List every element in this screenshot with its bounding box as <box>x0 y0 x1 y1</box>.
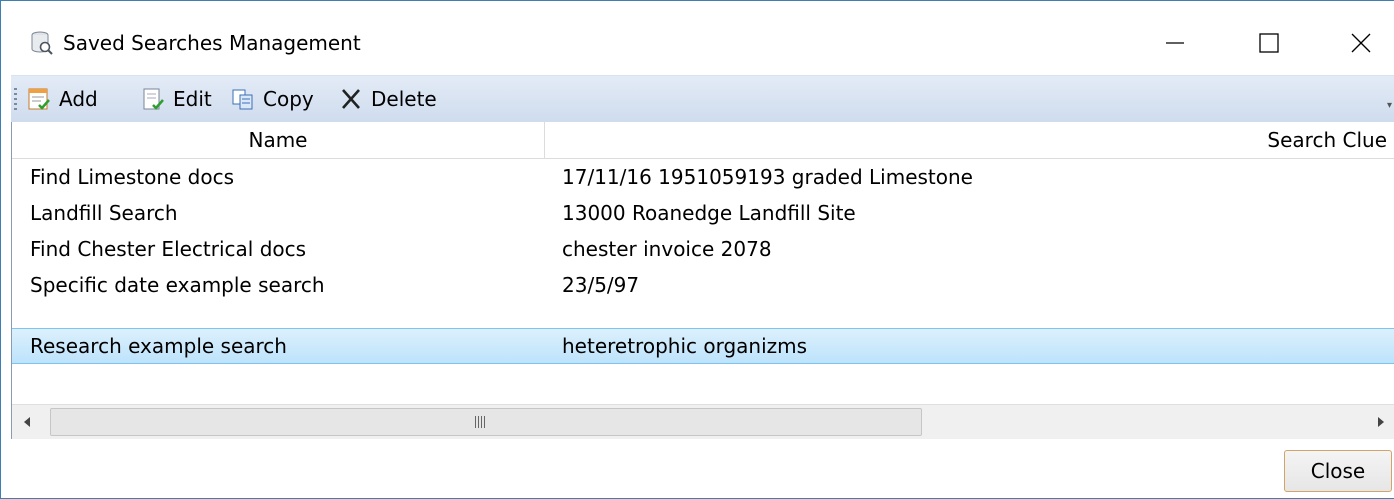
grid-header: Name Search Clue <box>12 122 1394 159</box>
close-icon <box>1351 33 1371 53</box>
table-row[interactable]: Find Limestone docs 17/11/16 1951059193 … <box>12 159 1394 195</box>
table-row[interactable]: Specific date example search 23/5/97 <box>12 267 1394 303</box>
scroll-right-button[interactable] <box>1366 405 1394 439</box>
add-button[interactable]: Add <box>27 82 98 116</box>
toolbar-overflow-icon[interactable]: ▾ <box>1387 100 1394 111</box>
row-name: Find Limestone docs <box>30 165 235 189</box>
copy-icon <box>232 89 253 110</box>
row-search-clue: heteretrophic organizms <box>562 334 808 358</box>
row-search-clue: 17/11/16 1951059193 graded Limestone <box>562 165 973 189</box>
maximize-icon <box>1259 33 1279 53</box>
copy-label: Copy <box>263 87 314 111</box>
window-close-button[interactable] <box>1333 23 1389 63</box>
database-search-icon <box>31 31 53 55</box>
scrollbar-thumb[interactable] <box>50 408 922 436</box>
thumb-grip-icon <box>475 416 487 428</box>
toolbar-grip[interactable] <box>14 88 17 112</box>
window-title: Saved Searches Management <box>63 31 361 55</box>
edit-label: Edit <box>173 87 212 111</box>
arrow-left-icon <box>24 417 30 427</box>
column-header-name[interactable]: Name <box>12 122 545 158</box>
row-search-clue: 23/5/97 <box>562 273 640 297</box>
saved-searches-grid: Name Search Clue Find Limestone docs 17/… <box>11 122 1394 439</box>
edit-document-icon <box>143 88 164 110</box>
delete-label: Delete <box>371 87 437 111</box>
maximize-button[interactable] <box>1241 23 1297 63</box>
row-name: Landfill Search <box>30 201 178 225</box>
add-label: Add <box>59 87 98 111</box>
table-row-selected[interactable]: Research example search heteretrophic or… <box>12 328 1394 364</box>
horizontal-scrollbar[interactable] <box>12 404 1394 439</box>
edit-button[interactable]: Edit <box>141 82 212 116</box>
title-bar: Saved Searches Management <box>1 1 1394 73</box>
minimize-button[interactable] <box>1147 23 1203 63</box>
minimize-icon <box>1166 42 1184 44</box>
row-name: Find Chester Electrical docs <box>30 237 307 261</box>
row-search-clue: chester invoice 2078 <box>562 237 772 261</box>
delete-button[interactable]: Delete <box>339 82 437 116</box>
scroll-left-button[interactable] <box>12 405 42 439</box>
row-search-clue: 13000 Roanedge Landfill Site <box>562 201 856 225</box>
row-name: Research example search <box>30 334 287 358</box>
row-name: Specific date example search <box>30 273 325 297</box>
delete-x-icon <box>342 89 360 109</box>
saved-searches-window: Saved Searches Management Add Edit Copy … <box>0 0 1394 499</box>
copy-button[interactable]: Copy <box>231 82 314 116</box>
toolbar: Add Edit Copy Delete ▾ <box>11 75 1394 122</box>
add-document-icon <box>28 88 50 110</box>
table-row[interactable]: Landfill Search 13000 Roanedge Landfill … <box>12 195 1394 231</box>
arrow-right-icon <box>1378 417 1384 427</box>
table-row[interactable]: Find Chester Electrical docs chester inv… <box>12 231 1394 267</box>
column-header-search-clue[interactable]: Search Clue <box>545 122 1387 158</box>
close-button[interactable]: Close <box>1284 450 1392 492</box>
